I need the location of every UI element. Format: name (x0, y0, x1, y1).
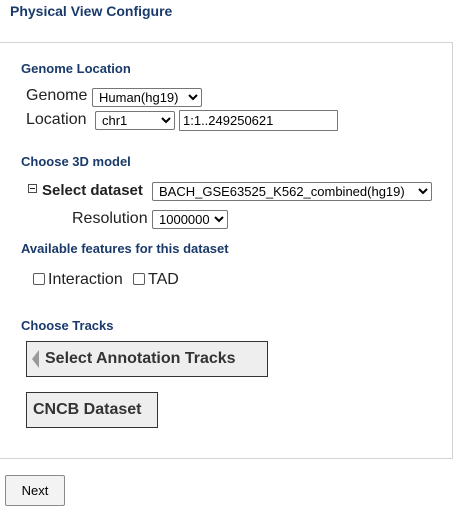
cncb-button-label: CNCB Dataset (33, 401, 142, 418)
available-features-heading: Available features for this dataset (21, 241, 229, 256)
choose-3d-model-heading: Choose 3D model (21, 154, 131, 169)
cncb-dataset-button[interactable]: CNCB Dataset (26, 392, 158, 428)
next-button-label: Next (21, 483, 49, 498)
page-title: Physical View Configure (10, 3, 173, 19)
genome-select[interactable]: Human(hg19) (92, 88, 202, 107)
genome-location-heading: Genome Location (21, 61, 131, 76)
select-annotation-tracks-button[interactable]: Select Annotation Tracks (26, 341, 268, 377)
select-dataset-label: Select dataset (42, 182, 143, 199)
resolution-label: Resolution (72, 210, 148, 227)
next-button[interactable]: Next (5, 475, 65, 506)
chromosome-select[interactable]: chr1 (95, 111, 175, 130)
interaction-label: Interaction (48, 271, 123, 288)
collapse-minus-icon[interactable] (28, 184, 37, 193)
annotation-button-label: Select Annotation Tracks (45, 350, 236, 367)
genome-label: Genome (26, 87, 88, 104)
collapse-triangle-icon (32, 350, 39, 368)
tad-checkbox[interactable] (133, 273, 145, 285)
interaction-checkbox[interactable] (33, 273, 45, 285)
location-label: Location (26, 111, 87, 128)
tad-label: TAD (148, 271, 179, 288)
location-range-input[interactable] (179, 110, 338, 131)
resolution-select[interactable]: 1000000 (152, 210, 228, 229)
dataset-select[interactable]: BACH_GSE63525_K562_combined(hg19) (152, 182, 432, 201)
choose-tracks-heading: Choose Tracks (21, 318, 114, 333)
